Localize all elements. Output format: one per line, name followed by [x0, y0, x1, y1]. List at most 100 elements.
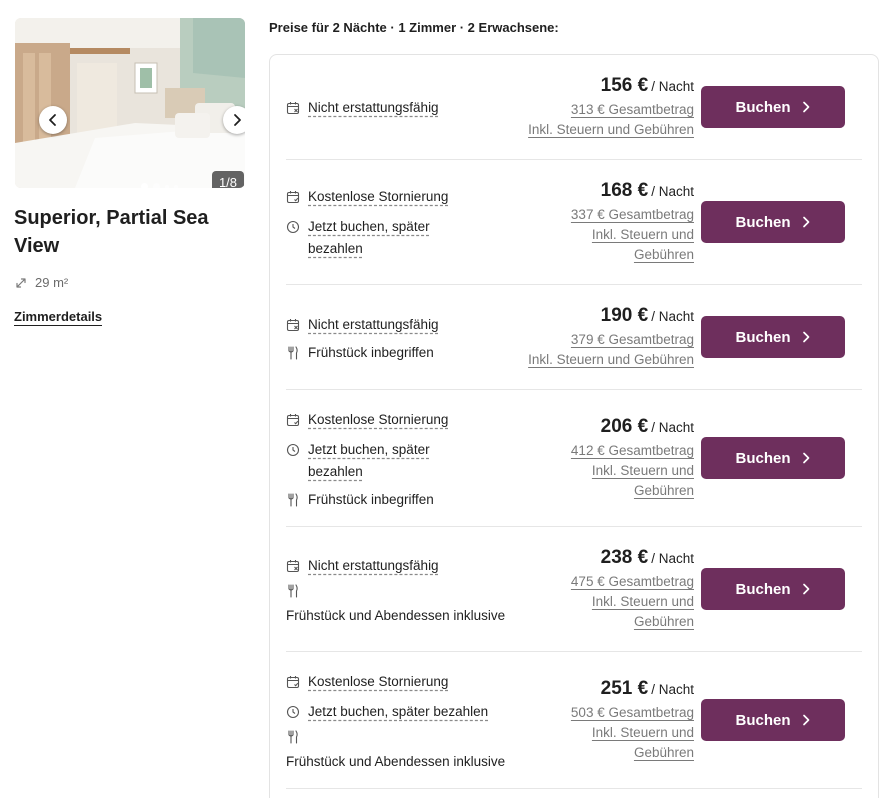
cancellation-policy: Kostenlose Stornierung — [286, 409, 448, 431]
per-night-label: / Nacht — [651, 79, 694, 94]
book-button-label: Buchen — [735, 98, 791, 116]
book-button[interactable]: Buchen — [701, 316, 845, 358]
meal-label: Frühstück und Abendessen inklusive — [286, 608, 506, 623]
per-night-label: / Nacht — [651, 184, 694, 199]
price-per-night: 190 € — [600, 305, 649, 326]
price-per-night: 238 € — [600, 547, 649, 568]
expand-arrows-icon — [16, 277, 26, 288]
meal-label: Frühstück inbegriffen — [308, 345, 434, 360]
book-button-label: Buchen — [735, 449, 791, 467]
calendar-check-icon — [286, 191, 300, 204]
chevron-right-icon — [802, 452, 809, 464]
chevron-right-icon — [234, 114, 241, 126]
cancellation-policy: Nicht erstattungsfähig — [286, 97, 439, 119]
meal-plan — [286, 580, 300, 602]
per-night-label: / Nacht — [651, 420, 694, 435]
room-size: 29 m² — [14, 275, 68, 290]
gallery-dot[interactable] — [174, 184, 178, 188]
clock-icon — [286, 220, 300, 234]
clock-icon — [286, 443, 300, 457]
calendar-x-icon — [286, 319, 300, 332]
cancellation-label[interactable]: Kostenlose Stornierung — [308, 409, 448, 431]
total-price-link[interactable]: 503 € Gesamtbetrag — [571, 705, 694, 720]
payment-policy: Jetzt buchen, später bezahlen — [286, 701, 488, 723]
price-block: 168 € / Nacht 337 € Gesamtbetrag Inkl. St… — [571, 180, 694, 265]
gallery-prev-button[interactable] — [39, 106, 67, 134]
rate-option: Kostenlose Stornierung Jetzt buchen, spä… — [286, 652, 862, 789]
room-photo-gallery[interactable]: 1/8 — [15, 18, 245, 188]
price-per-night: 251 € — [600, 678, 649, 699]
book-button-label: Buchen — [735, 213, 791, 231]
chevron-right-icon — [802, 101, 809, 113]
room-photo — [15, 18, 245, 188]
price-per-night: 168 € — [600, 180, 649, 201]
chevron-right-icon — [802, 216, 809, 228]
meal-plan: Frühstück inbegriffen — [286, 342, 434, 364]
per-night-label: / Nacht — [651, 682, 694, 697]
taxes-note-link[interactable]: Inkl. Steuern und — [592, 463, 694, 478]
taxes-note-link[interactable]: Inkl. Steuern und Gebühren — [528, 352, 694, 367]
taxes-note-link[interactable]: Inkl. Steuern und — [592, 725, 694, 740]
payment-policy: Jetzt buchen, später bezahlen — [286, 216, 430, 260]
gallery-dot[interactable] — [165, 184, 169, 188]
calendar-check-icon — [286, 676, 300, 689]
book-button-label: Buchen — [735, 580, 791, 598]
taxes-note-link[interactable]: Inkl. Steuern und — [592, 227, 694, 242]
meal-label: Frühstück und Abendessen inklusive — [286, 754, 506, 769]
total-price-link[interactable]: 412 € Gesamtbetrag — [571, 443, 694, 458]
total-price-link[interactable]: 475 € Gesamtbetrag — [571, 574, 694, 589]
book-button[interactable]: Buchen — [701, 86, 845, 128]
taxes-note-link[interactable]: Gebühren — [634, 483, 694, 498]
rate-list: Nicht erstattungsfähig 156 € / Nacht 313 … — [269, 54, 879, 798]
chevron-left-icon — [49, 114, 56, 126]
total-price-link[interactable]: 313 € Gesamtbetrag — [571, 102, 694, 117]
cancellation-label[interactable]: Nicht erstattungsfähig — [308, 314, 439, 336]
cancellation-policy: Kostenlose Stornierung — [286, 186, 448, 208]
price-per-night: 206 € — [600, 416, 649, 437]
fork-knife-icon — [288, 584, 298, 598]
cancellation-policy: Nicht erstattungsfähig — [286, 314, 439, 336]
clock-icon — [286, 705, 300, 719]
total-price-link[interactable]: 337 € Gesamtbetrag — [571, 207, 694, 222]
room-size-label: 29 m² — [35, 275, 69, 290]
gallery-dot[interactable] — [141, 183, 148, 188]
price-block: 206 € / Nacht 412 € Gesamtbetrag Inkl. St… — [571, 416, 694, 501]
room-details-link[interactable]: Zimmerdetails — [14, 309, 103, 326]
fork-knife-icon — [288, 730, 298, 744]
calendar-check-icon — [286, 414, 300, 427]
cancellation-label[interactable]: Kostenlose Stornierung — [308, 186, 448, 208]
pay-later-label[interactable]: Jetzt buchen, später bezahlen — [308, 701, 488, 723]
per-night-label: / Nacht — [651, 551, 694, 566]
rate-option: Kostenlose Stornierung Jetzt buchen, spä… — [286, 160, 862, 285]
cancellation-policy: Nicht erstattungsfähig — [286, 555, 439, 577]
cancellation-label[interactable]: Nicht erstattungsfähig — [308, 555, 439, 577]
gallery-dot[interactable] — [153, 183, 160, 188]
taxes-note-link[interactable]: Gebühren — [634, 745, 694, 760]
rate-option: Nicht erstattungsfähig Frühstück inbegri… — [286, 285, 862, 390]
book-button[interactable]: Buchen — [701, 568, 845, 610]
room-title: Superior, Partial Sea View — [14, 207, 209, 257]
gallery-next-button[interactable] — [223, 106, 245, 134]
gallery-counter: 1/8 — [212, 171, 244, 188]
book-button[interactable]: Buchen — [701, 437, 845, 479]
pay-later-label[interactable]: Jetzt buchen, später bezahlen — [308, 216, 430, 260]
payment-policy: Jetzt buchen, später bezahlen — [286, 439, 430, 483]
cancellation-label[interactable]: Kostenlose Stornierung — [308, 671, 448, 693]
total-price-link[interactable]: 379 € Gesamtbetrag — [571, 332, 694, 347]
book-button-label: Buchen — [735, 328, 791, 346]
pay-later-label[interactable]: Jetzt buchen, später bezahlen — [308, 439, 430, 483]
book-button[interactable]: Buchen — [701, 699, 845, 741]
taxes-note-link[interactable]: Gebühren — [634, 614, 694, 629]
book-button[interactable]: Buchen — [701, 201, 845, 243]
calendar-x-icon — [286, 102, 300, 115]
taxes-note-link[interactable]: Inkl. Steuern und Gebühren — [528, 122, 694, 137]
chevron-right-icon — [802, 714, 809, 726]
taxes-note-link[interactable]: Gebühren — [634, 247, 694, 262]
price-block: 238 € / Nacht 475 € Gesamtbetrag Inkl. St… — [571, 547, 694, 632]
fork-knife-icon — [288, 346, 298, 360]
book-button-label: Buchen — [735, 711, 791, 729]
meal-plan: Frühstück inbegriffen — [286, 489, 434, 511]
gallery-dots — [141, 183, 178, 188]
taxes-note-link[interactable]: Inkl. Steuern und — [592, 594, 694, 609]
cancellation-label[interactable]: Nicht erstattungsfähig — [308, 97, 439, 119]
